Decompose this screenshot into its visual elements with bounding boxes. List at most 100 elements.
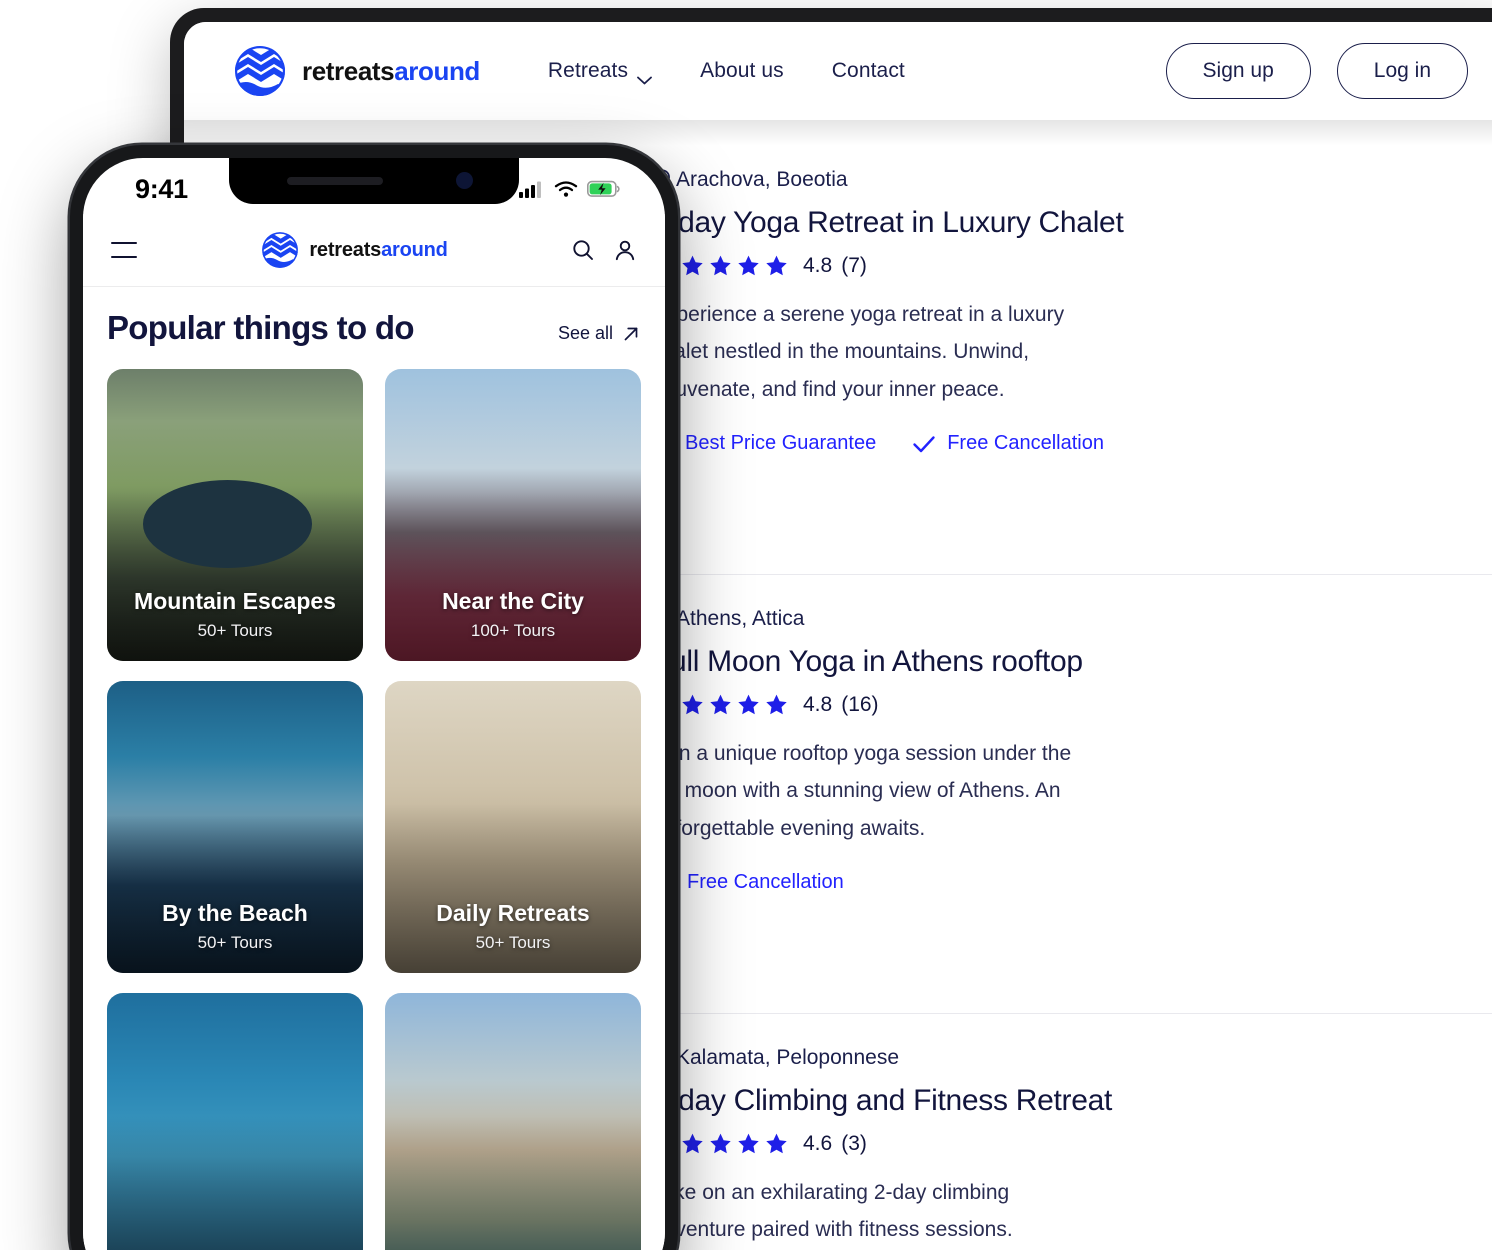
category-tile-daily-retreats[interactable]: Daily Retreats 50+ Tours xyxy=(385,681,641,973)
rating-count: (7) xyxy=(841,254,867,277)
tile-tour-count: 50+ Tours xyxy=(197,933,273,952)
sign-up-button[interactable]: Sign up xyxy=(1165,43,1311,99)
perk-label: Free Cancellation xyxy=(947,432,1104,455)
retreat-location: Athens, Attica xyxy=(652,607,1468,631)
rating-count: (16) xyxy=(841,693,879,716)
brand-name-dark: retreats xyxy=(302,55,395,86)
retreat-description: Join a unique rooftop yoga session under… xyxy=(652,742,1072,840)
tile-overlay xyxy=(385,993,641,1250)
nav-link-retreats-label: Retreats xyxy=(547,59,629,82)
phone-device-frame: 9:41 retreatsaround Popular things to do… xyxy=(70,145,678,1250)
category-tile-by-the-beach[interactable]: By the Beach 50+ Tours xyxy=(107,681,363,973)
perk-free-cancellation: Free Cancellation xyxy=(652,871,844,894)
tile-tour-count: 100+ Tours xyxy=(470,621,556,640)
star-icon xyxy=(738,255,759,276)
retreat-title[interactable]: 2-day Climbing and Fitness Retreat xyxy=(652,1084,1468,1118)
nav-link-about-us-label: About us xyxy=(700,59,784,82)
tile-overlay xyxy=(107,993,363,1250)
tile-overlay xyxy=(107,681,363,973)
phone-status-bar: 9:41 xyxy=(83,158,665,214)
tile-tour-count: 50+ Tours xyxy=(197,621,273,640)
tile-label: By the Beach xyxy=(162,900,308,926)
retreat-description: Take on an exhilarating 2-day climbing a… xyxy=(652,1181,1013,1242)
star-icon xyxy=(710,694,731,715)
retreat-location: Arachova, Boeotia xyxy=(652,168,1468,192)
rating-count: (3) xyxy=(841,1132,867,1155)
rating-value: 4.8 xyxy=(803,254,833,277)
phone-brand-logo[interactable]: retreatsaround xyxy=(260,230,448,270)
category-tile-partial-left[interactable] xyxy=(107,993,363,1250)
tile-tour-count: 50+ Tours xyxy=(475,933,551,952)
star-icon xyxy=(738,1133,759,1154)
rating-value: 4.6 xyxy=(803,1132,833,1155)
tile-label: Mountain Escapes xyxy=(134,588,336,614)
retreat-location-label: Kalamata, Peloponnese xyxy=(676,1046,899,1069)
retreatsaround-logo-icon xyxy=(232,43,288,99)
star-icon xyxy=(766,255,787,276)
tile-overlay xyxy=(107,369,363,661)
star-icon xyxy=(710,1133,731,1154)
category-tile-partial-right[interactable] xyxy=(385,993,641,1250)
desktop-nav-actions: Sign up Log in xyxy=(1165,43,1468,99)
retreat-title[interactable]: 3-day Yoga Retreat in Luxury Chalet xyxy=(652,206,1468,240)
tile-label: Near the City xyxy=(442,588,584,614)
status-icons xyxy=(519,180,621,198)
status-clock: 9:41 xyxy=(135,173,188,204)
star-icon xyxy=(682,694,703,715)
perk-label: Best Price Guarantee xyxy=(685,432,877,455)
search-icon[interactable] xyxy=(571,238,595,262)
retreat-perks: Best Price Guarantee Free Cancellation xyxy=(652,432,1468,455)
nav-link-about-us[interactable]: About us xyxy=(700,59,784,83)
retreat-rating: 4.8 (16) xyxy=(652,693,1468,717)
tile-overlay xyxy=(385,369,641,661)
star-icon xyxy=(766,1133,787,1154)
log-in-button[interactable]: Log in xyxy=(1336,43,1468,99)
section-header: Popular things to do See all xyxy=(107,309,641,347)
retreat-location-label: Athens, Attica xyxy=(676,607,805,630)
retreat-info: Kalamata, Peloponnese 2-day Climbing and… xyxy=(652,1038,1468,1250)
brand-logo[interactable]: retreatsaround xyxy=(232,43,480,99)
star-icon xyxy=(766,694,787,715)
see-all-link[interactable]: See all xyxy=(558,323,641,344)
category-tile-near-the-city[interactable]: Near the City 100+ Tours xyxy=(385,369,641,661)
brand-name: retreatsaround xyxy=(302,56,480,87)
retreat-perks: Free Cancellation xyxy=(652,871,1468,894)
cellular-signal-icon xyxy=(519,181,541,198)
star-icon xyxy=(682,255,703,276)
phone-screen: 9:41 retreatsaround Popular things to do… xyxy=(83,158,665,1250)
brand-name-accent: around xyxy=(394,55,480,86)
nav-link-contact[interactable]: Contact xyxy=(832,59,905,83)
chevron-down-icon xyxy=(637,67,652,84)
perk-best-price-guarantee: Best Price Guarantee xyxy=(652,432,876,455)
star-icon xyxy=(682,1133,703,1154)
category-tile-mountain-escapes[interactable]: Mountain Escapes 50+ Tours xyxy=(107,369,363,661)
retreat-rating: 4.6 (3) xyxy=(652,1132,1468,1156)
perk-free-cancellation: Free Cancellation xyxy=(912,432,1104,455)
tile-overlay xyxy=(385,681,641,973)
retreat-info: Arachova, Boeotia 3-day Yoga Retreat in … xyxy=(652,160,1468,542)
arrow-up-right-icon xyxy=(624,327,638,340)
star-icon xyxy=(710,255,731,276)
retreat-rating: 4.8 (7) xyxy=(652,254,1468,278)
desktop-nav-links: Retreats About us Contact xyxy=(547,59,905,84)
hamburger-menu-icon[interactable] xyxy=(111,242,137,258)
phone-brand-name: retreatsaround xyxy=(309,239,448,262)
user-account-icon[interactable] xyxy=(613,238,637,262)
battery-charging-icon xyxy=(587,180,620,197)
page-title: Popular things to do xyxy=(107,309,415,346)
tile-label: Daily Retreats xyxy=(436,900,590,926)
retreat-info: Athens, Attica Full Moon Yoga in Athens … xyxy=(652,599,1468,981)
star-icon xyxy=(738,694,759,715)
check-icon xyxy=(913,435,935,452)
retreat-description: Experience a serene yoga retreat in a lu… xyxy=(652,303,1065,401)
phone-header-icons xyxy=(571,238,637,262)
retreat-location-label: Arachova, Boeotia xyxy=(676,168,848,191)
retreat-location: Kalamata, Peloponnese xyxy=(652,1046,1468,1070)
wifi-icon xyxy=(554,181,578,197)
perk-label: Free Cancellation xyxy=(687,871,844,894)
phone-content: Popular things to do See all Mountain Es… xyxy=(83,287,665,1250)
nav-link-retreats[interactable]: Retreats xyxy=(547,59,652,84)
screenshot-stage: retreatsaround Retreats About us Contact xyxy=(0,0,1492,1250)
retreat-title[interactable]: Full Moon Yoga in Athens rooftop xyxy=(652,645,1468,679)
retreatsaround-logo-icon xyxy=(260,230,300,270)
